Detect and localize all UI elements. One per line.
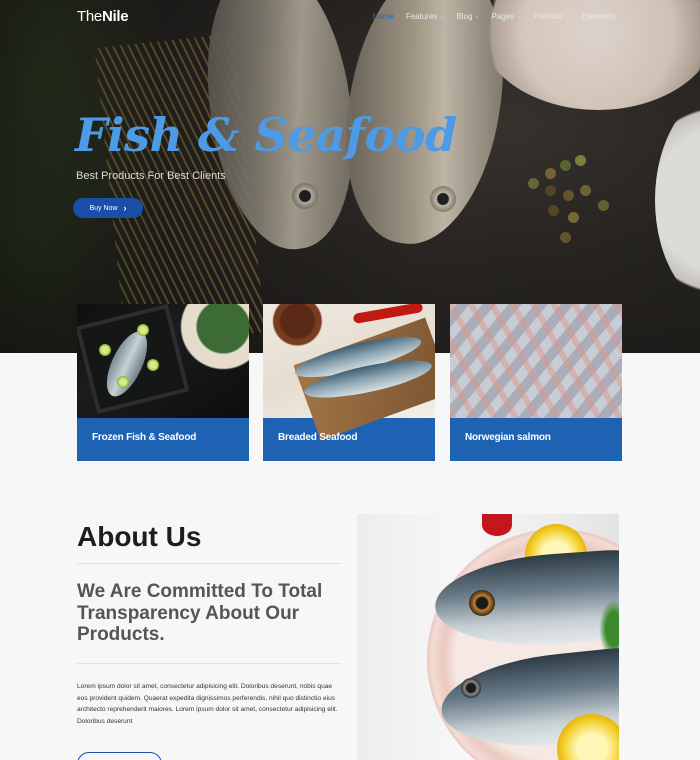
nav-item-features[interactable]: Features ⌄	[406, 12, 445, 21]
about-subtitle: We Are Committed To Total Transparency A…	[77, 581, 323, 645]
nav-item-portfolio[interactable]: Portfolio ⌄	[533, 12, 569, 21]
nav-item-elements[interactable]: Elements ⌄	[582, 12, 622, 21]
nav-item-pages[interactable]: Pages ⌄	[492, 12, 522, 21]
chevron-down-icon: ⌄	[564, 14, 570, 20]
hero-subtitle: Best Products For Best Clients	[76, 170, 226, 182]
chevron-down-icon: ⌄	[516, 14, 522, 20]
lime-slice	[99, 344, 111, 356]
hero-title: Fish & Seafood	[75, 108, 457, 162]
category-label: Frozen Fish & Seafood	[92, 432, 197, 443]
hero-section: TheNile Home Features ⌄ Blog ⌄ Pages ⌄ Port…	[0, 0, 700, 353]
fish-eye	[469, 590, 495, 616]
chevron-down-icon: ⌄	[616, 14, 622, 20]
main-menu: Home Features ⌄ Blog ⌄ Pages ⌄ Portfolio ⌄ E…	[373, 12, 623, 21]
chevron-right-icon: ›	[123, 203, 127, 213]
pepper-decoration	[482, 514, 512, 536]
category-label: Norwegian salmon	[465, 432, 551, 443]
category-image	[263, 304, 435, 441]
divider	[77, 563, 341, 564]
lime-slice	[117, 376, 129, 388]
top-navigation: TheNile Home Features ⌄ Blog ⌄ Pages ⌄ Port…	[0, 0, 700, 36]
about-body-text: Lorem ipsum dolor sit amet, consectetur …	[77, 683, 338, 725]
category-image	[450, 304, 622, 418]
lime-slice	[147, 359, 159, 371]
about-image	[357, 514, 619, 760]
fish-eye	[461, 678, 481, 698]
nav-item-blog[interactable]: Blog ⌄	[456, 12, 479, 21]
category-label: Breaded Seafood	[278, 432, 358, 443]
buy-now-button[interactable]: Buy Now ›	[73, 198, 143, 218]
chevron-down-icon: ⌄	[474, 14, 480, 20]
buy-now-label: Buy Now	[89, 204, 118, 212]
nav-item-home[interactable]: Home	[373, 12, 394, 21]
divider	[77, 663, 341, 664]
category-card-frozen[interactable]: Frozen Fish & Seafood	[77, 304, 249, 461]
site-logo[interactable]: TheNile	[77, 8, 129, 25]
category-card-salmon[interactable]: Norwegian salmon	[450, 304, 622, 461]
about-title: About Us	[77, 521, 202, 552]
page: TheNile Home Features ⌄ Blog ⌄ Pages ⌄ Port…	[0, 0, 700, 760]
category-card-breaded[interactable]: Breaded Seafood	[263, 304, 435, 461]
lime-slice	[137, 324, 149, 336]
category-image	[77, 304, 249, 418]
chevron-down-icon: ⌄	[439, 14, 445, 20]
about-read-more-button[interactable]	[77, 752, 162, 760]
